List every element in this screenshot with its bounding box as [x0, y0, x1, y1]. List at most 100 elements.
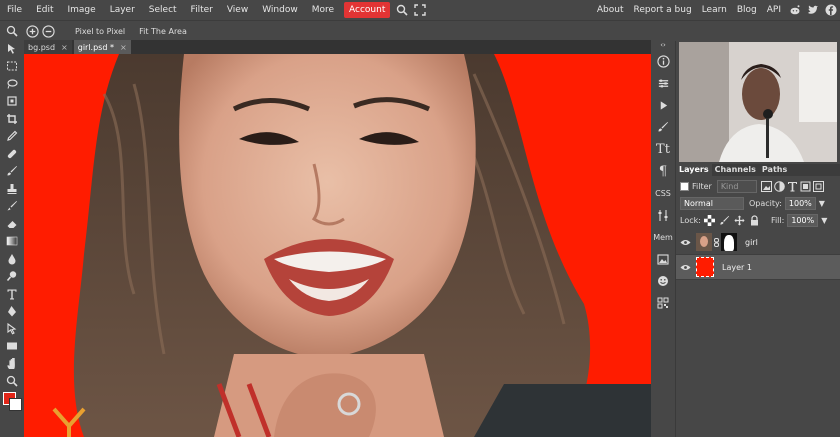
layer-thumbnail — [696, 233, 712, 251]
brush-settings-icon[interactable] — [651, 116, 675, 138]
layer-mask-thumbnail — [721, 233, 737, 251]
filter-checkbox[interactable] — [680, 181, 689, 191]
zoom-in-icon[interactable] — [26, 24, 39, 38]
tab-paths[interactable]: Paths — [759, 164, 790, 176]
info-icon[interactable] — [651, 50, 675, 72]
css-panel-button[interactable]: CSS — [651, 182, 675, 204]
fit-area-button[interactable]: Fit The Area — [139, 27, 187, 36]
layer-row-layer-1[interactable]: Layer 1 — [676, 255, 840, 280]
filter-pixel-icon[interactable] — [760, 180, 772, 192]
healing-brush-icon[interactable] — [0, 145, 24, 163]
lock-all-icon[interactable] — [749, 214, 760, 226]
link-api[interactable]: API — [762, 0, 786, 20]
paragraph-icon[interactable]: ¶ — [651, 160, 675, 182]
gradient-tool-icon[interactable] — [0, 233, 24, 251]
link-learn[interactable]: Learn — [697, 0, 732, 20]
zoom-tool-icon-left[interactable] — [0, 373, 24, 391]
zoom-out-icon[interactable] — [42, 24, 55, 38]
menu-select[interactable]: Select — [142, 0, 184, 20]
panel-icon-strip: ‹› Tt ¶ CSS Mem — [651, 40, 675, 437]
search-icon[interactable] — [396, 4, 408, 16]
hand-tool-icon[interactable] — [0, 355, 24, 373]
menu-window[interactable]: Window — [255, 0, 305, 20]
reddit-icon[interactable] — [789, 4, 801, 16]
close-icon[interactable]: × — [120, 43, 127, 52]
twitter-icon[interactable] — [807, 4, 819, 16]
webcam-overlay — [679, 42, 837, 162]
type-tool-icon[interactable] — [0, 285, 24, 303]
play-actions-icon[interactable] — [651, 94, 675, 116]
layer-name: girl — [745, 237, 758, 247]
eraser-tool-icon[interactable] — [0, 215, 24, 233]
move-tool-icon[interactable] — [0, 40, 24, 58]
opacity-input[interactable]: 100% — [784, 196, 816, 210]
css-label: CSS — [655, 188, 671, 198]
brush-tool-icon[interactable] — [0, 163, 24, 181]
menu-image[interactable]: Image — [61, 0, 103, 20]
fill-dropdown-icon[interactable]: ▼ — [821, 216, 827, 225]
menu-more[interactable]: More — [305, 0, 341, 20]
properties-icon[interactable] — [651, 72, 675, 94]
menu-view[interactable]: View — [220, 0, 255, 20]
collapse-icon[interactable]: ‹› — [651, 40, 675, 50]
pixel-to-pixel-button[interactable]: Pixel to Pixel — [75, 27, 125, 36]
qr-icon[interactable] — [651, 292, 675, 314]
canvas-area[interactable] — [24, 54, 651, 437]
fill-input[interactable]: 100% — [787, 213, 819, 227]
opacity-dropdown-icon[interactable]: ▼ — [819, 199, 825, 208]
blend-row: Normal Opacity: 100% ▼ — [680, 196, 825, 210]
filter-smart-icon[interactable] — [812, 180, 824, 192]
filter-type-icon[interactable] — [787, 181, 798, 192]
eye-icon[interactable] — [676, 264, 694, 271]
layer-row-girl[interactable]: girl — [676, 230, 840, 255]
clone-stamp-icon[interactable] — [0, 180, 24, 198]
quick-select-icon[interactable] — [0, 93, 24, 111]
menu-layer[interactable]: Layer — [103, 0, 142, 20]
tab-channels[interactable]: Channels — [712, 164, 759, 176]
history-brush-icon[interactable] — [0, 198, 24, 216]
blend-mode-select[interactable]: Normal — [680, 196, 744, 210]
tab-bg-psd[interactable]: bg.psd × — [24, 40, 72, 54]
lock-pixels-icon[interactable] — [719, 215, 730, 226]
eye-icon[interactable] — [676, 239, 694, 246]
character-icon[interactable]: Tt — [651, 138, 675, 160]
link-about[interactable]: About — [592, 0, 629, 20]
crop-tool-icon[interactable] — [0, 110, 24, 128]
fullscreen-icon[interactable] — [414, 4, 427, 16]
tab-layers[interactable]: Layers — [676, 164, 712, 176]
menu-file[interactable]: File — [0, 0, 29, 20]
lasso-tool-icon[interactable] — [0, 75, 24, 93]
pen-tool-icon[interactable] — [0, 303, 24, 321]
link-icon[interactable] — [714, 237, 719, 247]
blur-tool-icon[interactable] — [0, 250, 24, 268]
image-panel-icon[interactable] — [651, 248, 675, 270]
emoji-icon[interactable] — [651, 270, 675, 292]
marquee-tool-icon[interactable] — [0, 58, 24, 76]
memory-panel-button[interactable]: Mem — [651, 226, 675, 248]
link-blog[interactable]: Blog — [732, 0, 762, 20]
menu-filter[interactable]: Filter — [184, 0, 220, 20]
tab-girl-psd[interactable]: girl.psd * × — [73, 40, 131, 54]
account-button[interactable]: Account — [344, 2, 391, 18]
tab-label: girl.psd * — [77, 42, 114, 52]
eyedropper-icon[interactable] — [0, 128, 24, 146]
document-tabs: bg.psd × girl.psd * × — [24, 40, 651, 54]
lock-position-icon[interactable] — [734, 214, 745, 226]
tab-label: bg.psd — [28, 42, 56, 52]
background-color[interactable] — [9, 398, 22, 411]
panel-tabs: Layers Channels Paths — [676, 164, 840, 176]
tools-panel — [0, 40, 24, 437]
filter-adjustment-icon[interactable] — [774, 180, 785, 192]
color-swatches[interactable] — [0, 390, 24, 412]
adjust-icon[interactable] — [651, 204, 675, 226]
close-icon[interactable]: × — [61, 43, 68, 52]
rectangle-tool-icon[interactable] — [0, 338, 24, 356]
dodge-tool-icon[interactable] — [0, 268, 24, 286]
path-select-icon[interactable] — [0, 320, 24, 338]
menu-edit[interactable]: Edit — [29, 0, 60, 20]
link-report-bug[interactable]: Report a bug — [628, 0, 696, 20]
filter-kind-select[interactable]: Kind — [716, 179, 757, 193]
lock-transparency-icon[interactable] — [703, 214, 715, 226]
facebook-icon[interactable] — [825, 4, 837, 16]
filter-shape-icon[interactable] — [800, 181, 811, 192]
